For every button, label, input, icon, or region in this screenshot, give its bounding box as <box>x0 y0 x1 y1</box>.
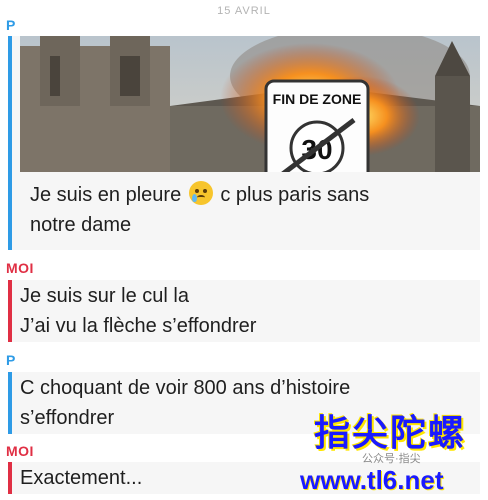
chat-message[interactable]: Je suis sur le cul la J’ai vu la flèche … <box>8 280 480 342</box>
message-text: notre dame <box>30 214 132 236</box>
message-color-bar <box>8 462 12 494</box>
notre-dame-fire-photo: FIN DE ZONE 30 <box>20 36 480 172</box>
snap-photo[interactable]: FIN DE ZONE 30 <box>20 36 480 172</box>
message-text: C choquant de voir 800 ans d’histoire <box>20 377 351 399</box>
message-color-bar <box>8 36 12 250</box>
message-text: c plus paris sans <box>220 184 370 206</box>
sender-label-friend: P <box>6 352 16 368</box>
date-divider: 15 AVRIL <box>217 5 271 17</box>
watermark-subtext: 公众号·指尖 <box>362 453 421 465</box>
watermark-url: www.tl6.net <box>300 465 444 495</box>
watermark-logo: 指尖陀螺 公众号·指尖 www.tl6.net <box>300 404 482 496</box>
sign-text: FIN DE ZONE <box>273 91 362 107</box>
watermark-chars: 指尖陀螺 <box>314 412 467 453</box>
crying-face-icon <box>188 181 213 205</box>
chat-message[interactable]: FIN DE ZONE 30 Je suis en pleure c plus … <box>8 36 480 250</box>
message-color-bar <box>8 372 12 434</box>
message-text: Je suis sur le cul la <box>20 285 189 307</box>
sender-label-me: MOI <box>6 260 34 276</box>
message-color-bar <box>8 280 12 342</box>
sender-label-friend: P <box>6 17 16 33</box>
message-text: Je suis en pleure <box>30 184 182 206</box>
message-text: J’ai vu la flèche s’effondrer <box>20 315 257 337</box>
sender-label-me: MOI <box>6 443 34 459</box>
